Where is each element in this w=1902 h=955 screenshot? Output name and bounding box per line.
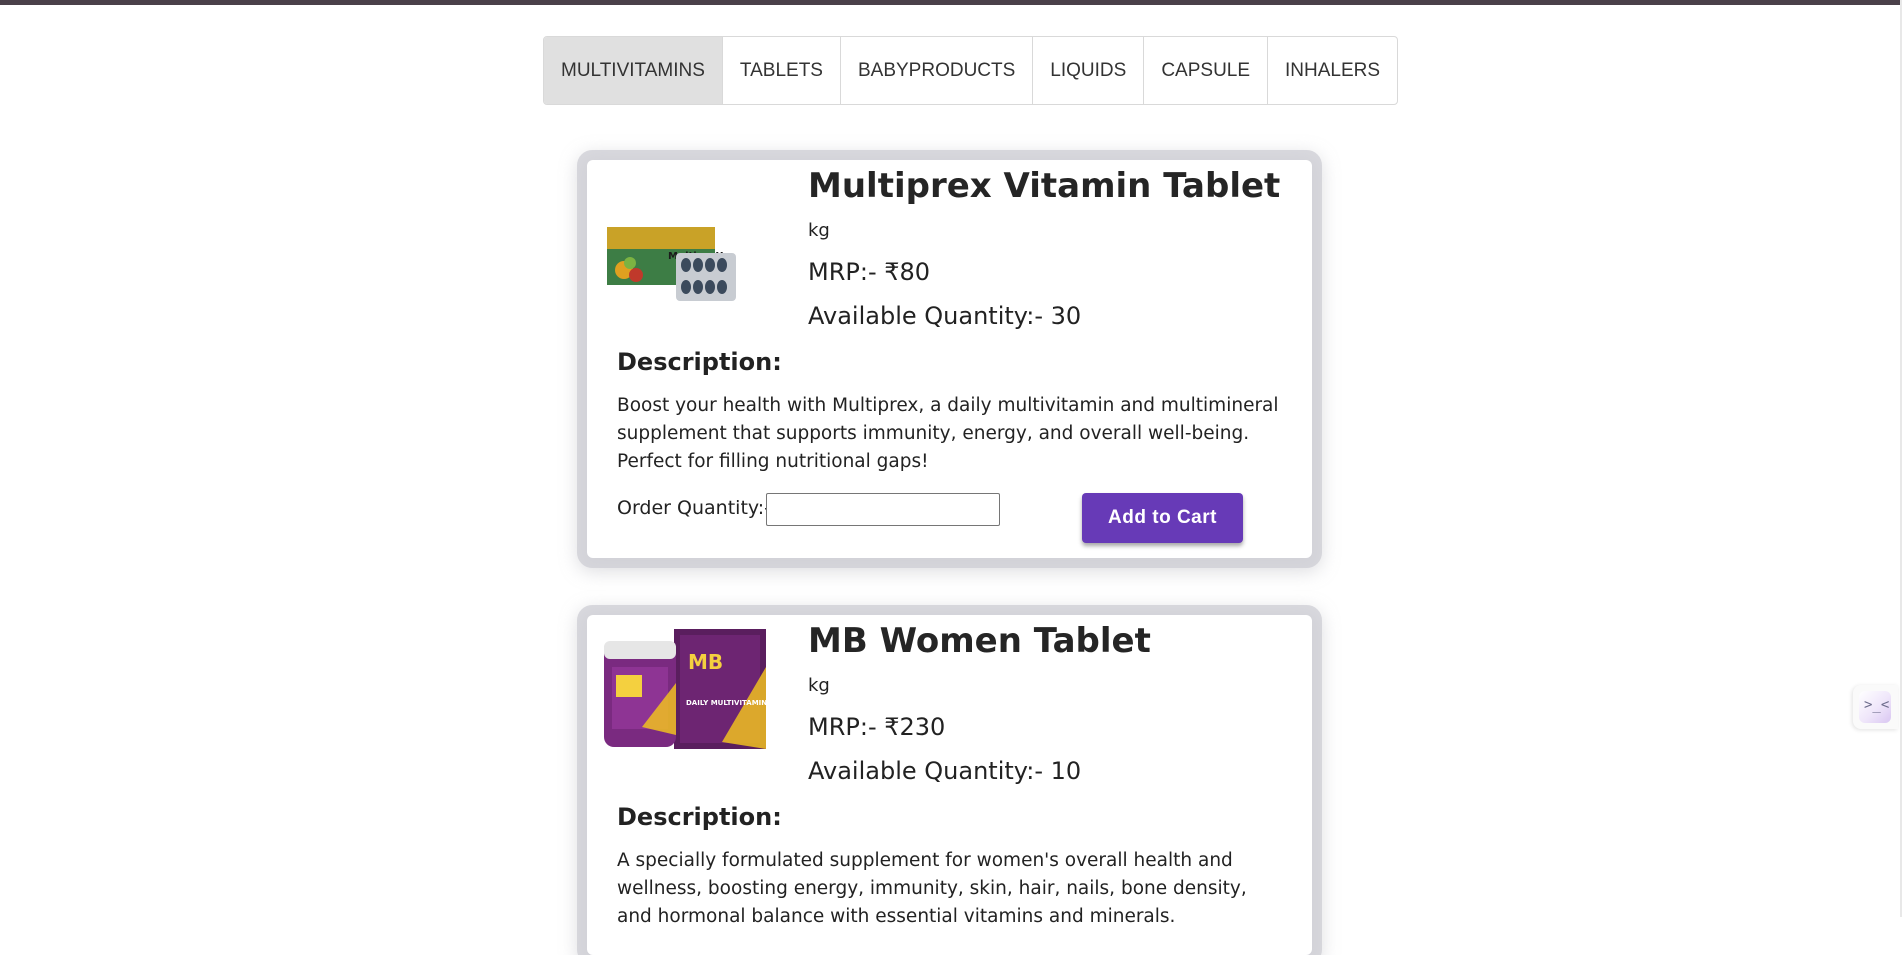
product-title: Multiprex Vitamin Tablet	[808, 166, 1281, 206]
category-tabs: MULTIVITAMINS TABLETS BABYPRODUCTS LIQUI…	[543, 36, 1399, 105]
product-card: MultipreX Multiprex Vitamin Tablet kg MR…	[587, 160, 1312, 558]
order-quantity-label: Order Quantity:-	[617, 497, 772, 519]
tab-tablets[interactable]: TABLETS	[723, 37, 841, 104]
tab-capsule[interactable]: CAPSULE	[1144, 37, 1269, 104]
product-title: MB Women Tablet	[808, 621, 1151, 661]
product-image: MultipreX	[607, 227, 736, 301]
product-image-subtext: DAILY MULTIVITAMIN	[686, 699, 767, 707]
product-description: A specially formulated supplement for wo…	[617, 850, 1247, 927]
available-quantity: Available Quantity:- 30	[808, 302, 1082, 330]
product-unit: kg	[808, 220, 830, 241]
product-card: MB DAILY MULTIVITAMIN MB Women Tablet kg…	[587, 615, 1312, 955]
product-image-text: MB	[688, 650, 723, 674]
tab-liquids[interactable]: LIQUIDS	[1033, 37, 1145, 104]
tab-babyproducts[interactable]: BABYPRODUCTS	[841, 37, 1034, 104]
available-quantity: Available Quantity:- 10	[808, 757, 1082, 785]
description-heading: Description:	[617, 348, 782, 376]
order-quantity-input[interactable]	[766, 493, 1000, 526]
sparkle-icon: >_<	[1864, 697, 1890, 713]
product-mrp: MRP:- ₹80	[808, 258, 931, 286]
top-bar	[0, 0, 1902, 5]
product-description: Boost your health with Multiprex, a dail…	[617, 395, 1279, 472]
tab-multivitamins[interactable]: MULTIVITAMINS	[544, 37, 723, 104]
tab-inhalers[interactable]: INHALERS	[1268, 37, 1397, 104]
assistant-icon[interactable]: >_<	[1859, 691, 1891, 723]
description-heading: Description:	[617, 803, 782, 831]
product-image: MB DAILY MULTIVITAMIN	[604, 629, 767, 749]
assistant-widget[interactable]: >_<	[1853, 685, 1898, 729]
product-mrp: MRP:- ₹230	[808, 713, 946, 741]
add-to-cart-button[interactable]: Add to Cart	[1082, 493, 1243, 543]
product-unit: kg	[808, 675, 830, 696]
